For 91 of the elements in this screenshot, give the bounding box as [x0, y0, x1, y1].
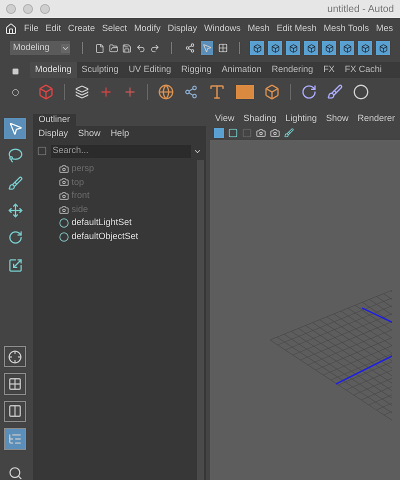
- outliner-menu-item[interactable]: Show: [78, 127, 101, 141]
- save-icon[interactable]: [122, 42, 132, 54]
- menu-item[interactable]: Windows: [204, 22, 241, 36]
- outliner-item[interactable]: defaultObjectSet: [72, 230, 138, 244]
- undo-icon[interactable]: [136, 42, 146, 54]
- camera-icon: [58, 177, 69, 188]
- layers-icon[interactable]: [75, 85, 89, 99]
- set-icon: [58, 218, 69, 228]
- pointer-icon: [8, 121, 23, 136]
- menu-item[interactable]: Edit: [46, 22, 62, 36]
- shelf-tab[interactable]: FX: [318, 62, 340, 78]
- layout-button[interactable]: [4, 400, 26, 422]
- menu-item[interactable]: Select: [102, 22, 128, 36]
- selection-mask-button[interactable]: [322, 41, 336, 55]
- new-file-icon[interactable]: [95, 42, 105, 54]
- folder-icon[interactable]: [108, 42, 118, 54]
- selection-mask-button[interactable]: [250, 41, 264, 55]
- list-tree-icon: [8, 432, 22, 446]
- outliner-menu-item[interactable]: Display: [38, 127, 68, 141]
- rotate-icon: [8, 230, 23, 246]
- circle-icon[interactable]: [353, 84, 369, 100]
- nodes-icon[interactable]: [184, 85, 198, 99]
- viewport-menu-item[interactable]: Show: [326, 112, 348, 126]
- tool-button[interactable]: [4, 118, 26, 140]
- caret-icon: [61, 44, 70, 52]
- search-field[interactable]: Search...: [50, 144, 192, 158]
- mode-dropdown[interactable]: Modeling: [10, 41, 70, 55]
- window-title: untitled - Autod: [327, 2, 394, 16]
- circle-icon[interactable]: [12, 89, 18, 96]
- layout-button[interactable]: [4, 428, 26, 450]
- lasso-icon: [8, 148, 23, 164]
- camera-icon: [58, 164, 69, 174]
- menu-item[interactable]: Create: [68, 22, 96, 36]
- outliner-item[interactable]: defaultLightSet: [72, 216, 132, 230]
- selection-mask-button[interactable]: [286, 41, 300, 55]
- home-icon[interactable]: [5, 23, 17, 35]
- viewport-menu-item[interactable]: Shading: [243, 112, 276, 126]
- shelf-tab[interactable]: Rigging: [176, 62, 217, 78]
- brush-icon: [8, 176, 23, 191]
- grid-icon: [8, 377, 22, 392]
- nodes-icon: [185, 43, 196, 53]
- menu-item[interactable]: Display: [168, 22, 198, 36]
- brush-icon[interactable]: [327, 84, 343, 100]
- pointer-icon: [202, 43, 212, 53]
- menu-item[interactable]: Mes: [376, 22, 394, 36]
- camera-icon[interactable]: [270, 128, 280, 138]
- shelf-tab[interactable]: FX Cachi: [340, 62, 387, 78]
- selection-mode-button[interactable]: [216, 41, 230, 55]
- menu-item[interactable]: File: [24, 22, 39, 36]
- camera-icon: [58, 204, 69, 215]
- sphere-icon[interactable]: [158, 84, 174, 100]
- search-icon[interactable]: [8, 466, 23, 480]
- shelf-tab[interactable]: Sculpting: [76, 62, 124, 78]
- frame-icon[interactable]: [228, 128, 238, 138]
- menu-item[interactable]: Mesh Tools: [324, 22, 370, 36]
- selection-mask-button[interactable]: [268, 41, 282, 55]
- viewport-menu-item[interactable]: Renderer: [357, 112, 395, 126]
- camera-attr-button[interactable]: [214, 128, 224, 138]
- menu-item[interactable]: Edit Mesh: [276, 22, 317, 36]
- set-icon: [58, 232, 69, 242]
- shelf-tab[interactable]: Rendering: [266, 62, 318, 78]
- menu-item[interactable]: Mesh: [248, 22, 270, 36]
- viewport-menu-item[interactable]: Lighting: [285, 112, 317, 126]
- resize-icon: [8, 258, 23, 273]
- brush-icon[interactable]: [284, 128, 294, 138]
- selection-mask-button[interactable]: [376, 41, 390, 55]
- grid-icon: [218, 43, 228, 53]
- shelf-tab[interactable]: UV Editing: [124, 62, 176, 78]
- box-icon[interactable]: [264, 84, 280, 100]
- camera-icon[interactable]: [256, 128, 266, 138]
- shelf-tab[interactable]: Animation: [216, 62, 267, 78]
- outliner-menu-item[interactable]: Help: [110, 127, 130, 141]
- selection-mode-button[interactable]: [184, 41, 197, 55]
- crosshair-icon: [8, 350, 22, 364]
- selection-icon[interactable]: [36, 146, 47, 156]
- layout-button[interactable]: [4, 373, 26, 395]
- move-icon: [8, 203, 23, 218]
- shelf-tab[interactable]: Modeling: [30, 62, 77, 78]
- outliner-tab[interactable]: Outliner: [32, 114, 76, 126]
- selection-mask-button[interactable]: [304, 41, 318, 55]
- viewport-menu-item[interactable]: View: [215, 112, 234, 126]
- layout-button[interactable]: [4, 346, 26, 368]
- selection-mode-button[interactable]: [200, 41, 213, 55]
- square-icon[interactable]: [12, 68, 18, 75]
- selection-mask-button[interactable]: [340, 41, 354, 55]
- columns-icon: [8, 404, 22, 418]
- camera-icon: [58, 190, 69, 201]
- redo-icon[interactable]: [150, 42, 160, 54]
- selection-mask-button[interactable]: [358, 41, 372, 55]
- text-icon[interactable]: [208, 83, 226, 101]
- menu-item[interactable]: Modify: [134, 22, 161, 36]
